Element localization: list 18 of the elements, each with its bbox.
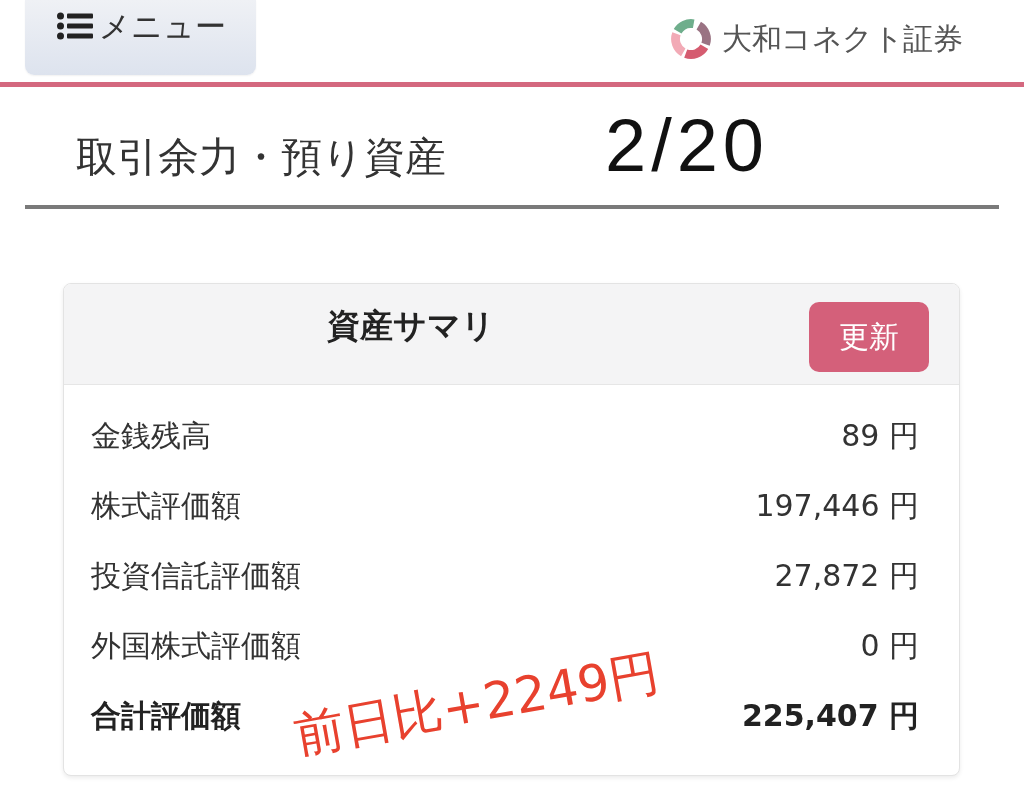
- row-value: 197,446 円: [755, 487, 919, 525]
- handwritten-date: 2/20: [605, 109, 770, 183]
- menu-button[interactable]: メニュー: [25, 0, 256, 75]
- row-value: 89 円: [841, 417, 919, 455]
- row-label: 合計評価額: [91, 697, 241, 735]
- logo-icon: [670, 18, 712, 60]
- row-value: 0 円: [860, 627, 919, 665]
- row-value: 225,407 円: [741, 697, 919, 735]
- row-label: 金銭残高: [91, 417, 211, 455]
- row-label: 株式評価額: [91, 487, 241, 525]
- brand-name: 大和コネクト証券: [722, 20, 962, 58]
- row-label: 投資信託評価額: [91, 557, 301, 595]
- row-label: 外国株式評価額: [91, 627, 301, 665]
- refresh-button[interactable]: 更新: [809, 302, 929, 372]
- row-value: 27,872 円: [774, 557, 919, 595]
- menu-icon: [57, 11, 93, 40]
- page-title: 取引余力・預り資産: [76, 132, 446, 182]
- card-title: 資産サマリ: [326, 306, 495, 346]
